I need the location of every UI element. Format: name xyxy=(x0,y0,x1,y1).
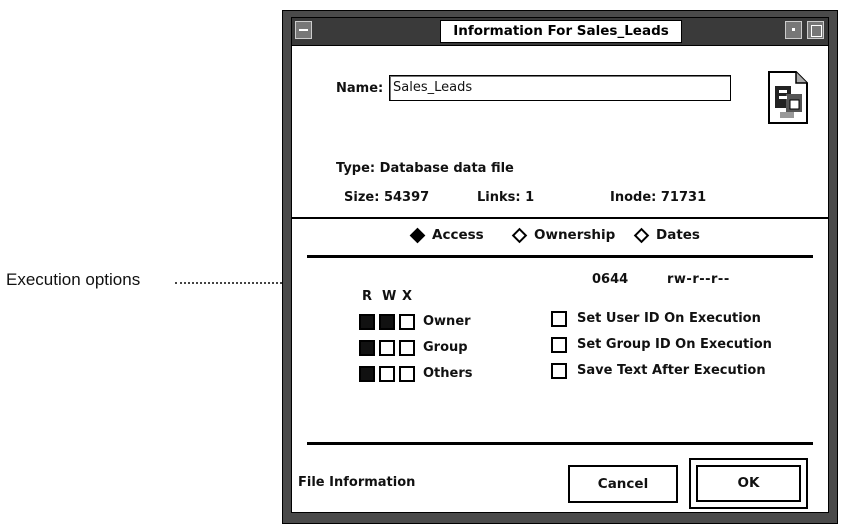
col-header-w: W xyxy=(382,289,397,304)
owner-label: Owner xyxy=(423,314,471,329)
links-label: Links: xyxy=(477,190,521,205)
cancel-button[interactable]: Cancel xyxy=(568,465,678,503)
inode-label: Inode: xyxy=(610,190,657,205)
inode-value: 71731 xyxy=(660,190,707,205)
group-write-checkbox[interactable] xyxy=(379,340,395,356)
setuid-checkbox[interactable] xyxy=(551,311,567,327)
group-read-checkbox[interactable] xyxy=(359,340,375,356)
type-row: Type: Database data file xyxy=(336,161,514,176)
document-icon xyxy=(768,71,808,124)
size-row: Size: 54397 xyxy=(344,190,429,205)
info-separator xyxy=(292,217,828,219)
minimize-icon[interactable] xyxy=(785,21,802,39)
col-header-r: R xyxy=(362,289,373,304)
links-row: Links: 1 xyxy=(477,190,534,205)
others-execute-checkbox[interactable] xyxy=(399,366,415,382)
setgid-checkbox[interactable] xyxy=(551,337,567,353)
col-header-x: X xyxy=(402,289,413,304)
window-title: Information For Sales_Leads xyxy=(440,20,682,43)
file-information-label: File Information xyxy=(298,475,416,490)
view-mode-access[interactable]: Access xyxy=(409,227,484,243)
view-mode-ownership[interactable]: Ownership xyxy=(511,227,616,243)
execution-options-callout: Execution options xyxy=(6,270,141,289)
size-label: Size: xyxy=(344,190,380,205)
sticky-checkbox[interactable] xyxy=(551,363,567,379)
view-mode-label: Access xyxy=(432,227,484,243)
group-execute-checkbox[interactable] xyxy=(399,340,415,356)
others-read-checkbox[interactable] xyxy=(359,366,375,382)
view-mode-label: Ownership xyxy=(534,227,616,243)
symbolic-permissions: rw-r--r-- xyxy=(667,272,730,287)
type-value: Database data file xyxy=(379,161,514,176)
ok-button[interactable]: OK xyxy=(696,465,801,502)
name-field[interactable]: Sales_Leads xyxy=(389,75,731,101)
group-label: Group xyxy=(423,340,468,355)
name-label: Name: xyxy=(336,81,384,96)
radio-diamond-icon xyxy=(511,227,528,243)
owner-execute-checkbox[interactable] xyxy=(399,314,415,330)
radio-diamond-icon xyxy=(409,227,426,243)
radio-diamond-icon xyxy=(633,227,650,243)
owner-write-checkbox[interactable] xyxy=(379,314,395,330)
setuid-label: Set User ID On Execution xyxy=(577,311,761,326)
window-menu-icon[interactable] xyxy=(295,21,312,39)
maximize-icon[interactable] xyxy=(807,21,824,39)
links-value: 1 xyxy=(525,190,535,205)
view-mode-dates[interactable]: Dates xyxy=(633,227,700,243)
type-label: Type: xyxy=(336,161,376,176)
octal-permissions: 0644 xyxy=(592,272,629,287)
size-value: 54397 xyxy=(383,190,430,205)
title-bar[interactable]: Information For Sales_Leads xyxy=(291,17,829,46)
inode-row: Inode: 71731 xyxy=(610,190,706,205)
dialog-body: Name: Sales_Leads Type: Database data fi… xyxy=(291,45,829,513)
sticky-label: Save Text After Execution xyxy=(577,363,766,378)
footer-separator xyxy=(307,442,813,445)
view-mode-label: Dates xyxy=(656,227,700,243)
setgid-label: Set Group ID On Execution xyxy=(577,337,772,352)
file-info-window: Information For Sales_Leads Name: Sales_… xyxy=(282,10,838,524)
owner-read-checkbox[interactable] xyxy=(359,314,375,330)
others-write-checkbox[interactable] xyxy=(379,366,395,382)
mode-separator xyxy=(307,255,813,258)
others-label: Others xyxy=(423,366,473,381)
